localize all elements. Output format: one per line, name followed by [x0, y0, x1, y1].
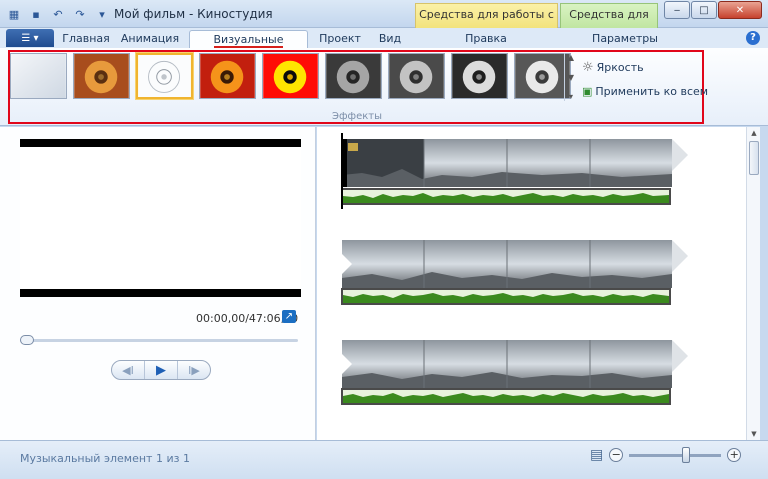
close-button[interactable]: ✕ [718, 1, 762, 19]
video-clip-1[interactable] [342, 139, 688, 187]
preview-pane: 00:00,00/47:06,20 ↗ ◀I ▶ I▶ [0, 127, 316, 440]
audio-waveform-1 [343, 193, 669, 203]
effect-thumb-gray-2[interactable] [388, 53, 445, 99]
save-icon[interactable]: ▪ [28, 6, 44, 22]
gallery-scroll-down-icon[interactable]: ▼ [568, 73, 574, 82]
effects-group-label: Эффекты [332, 111, 382, 122]
title-bar: ▦ ▪ ↶ ↷ ▾ Мой фильм - Киностудия Средств… [0, 0, 768, 43]
effect-thumb-orange[interactable] [199, 53, 256, 99]
redo-icon[interactable]: ↷ [72, 6, 88, 22]
scroll-down-icon[interactable]: ▼ [748, 428, 760, 440]
fullscreen-icon[interactable]: ↗ [282, 310, 296, 323]
brightness-label: Яркость [596, 61, 644, 74]
minimize-button[interactable]: ‒ [664, 1, 690, 19]
gallery-scroll-up-icon[interactable]: ▲ [568, 53, 574, 62]
zoom-out-button[interactable]: − [609, 448, 624, 462]
file-menu-button[interactable]: ☰ ▾ [6, 29, 54, 47]
seek-knob[interactable] [20, 335, 34, 345]
window-controls: ‒ □ ✕ [664, 1, 762, 19]
window-title: Мой фильм - Киностудия [114, 7, 273, 21]
help-icon[interactable]: ? [746, 31, 760, 45]
gallery-scroll[interactable]: ▲ ▼ ▾ [564, 53, 577, 101]
clip-3-frames [342, 340, 688, 388]
tab-animation[interactable]: Анимация [118, 30, 182, 48]
thumbnail-size-icon[interactable]: ▤ [590, 447, 603, 463]
ribbon-tabs: ☰ ▾ Главная Анимация Визуальные эффекты … [0, 28, 768, 65]
context-tab-video-tools[interactable]: Средства для работы с видео [415, 3, 558, 43]
effects-gallery [10, 53, 571, 99]
zoom-slider-knob[interactable] [682, 446, 691, 463]
play-button[interactable]: ▶ [145, 361, 178, 379]
audio-track-1[interactable] [341, 188, 671, 205]
scroll-thumb[interactable] [749, 141, 759, 175]
effect-thumb-gray-4[interactable] [514, 53, 571, 99]
audio-waveform-3 [343, 393, 669, 403]
effect-thumb-yellow-red[interactable] [262, 53, 319, 99]
previous-frame-button[interactable]: ◀I [112, 361, 145, 379]
quick-access-toolbar: ▦ ▪ ↶ ↷ ▾ [6, 5, 110, 23]
brightness-button[interactable]: ☼ Яркость [582, 60, 644, 75]
maximize-button[interactable]: □ [691, 1, 717, 19]
next-frame-button[interactable]: I▶ [178, 361, 210, 379]
playhead[interactable] [341, 133, 343, 209]
playback-controls: ◀I ▶ I▶ [111, 360, 211, 380]
tab-edit[interactable]: Правка [455, 30, 517, 48]
zoom-controls: ▤ − + [590, 446, 742, 463]
sun-icon: ☼ [582, 60, 594, 75]
context-tab-audio-tools[interactable]: Средства для ра... [560, 3, 658, 43]
status-bar: Музыкальный элемент 1 из 1 ▤ − + [0, 440, 768, 479]
clip-2-frames [342, 240, 688, 288]
seek-bar[interactable] [20, 335, 298, 345]
zoom-slider[interactable] [629, 446, 722, 463]
tab-view[interactable]: Вид [372, 30, 408, 48]
status-text: Музыкальный элемент 1 из 1 [20, 452, 190, 465]
video-preview[interactable] [20, 139, 301, 297]
effect-thumb-none[interactable] [10, 53, 67, 99]
tab-project[interactable]: Проект [314, 30, 366, 48]
audio-track-3[interactable] [341, 388, 671, 405]
scroll-up-icon[interactable]: ▲ [748, 127, 760, 139]
effect-thumb-sketch[interactable] [136, 53, 193, 99]
video-clip-3[interactable] [342, 340, 688, 388]
app-icon[interactable]: ▦ [6, 6, 22, 22]
apply-all-icon: ▣ [582, 85, 593, 98]
tab-home[interactable]: Главная [60, 30, 112, 48]
video-clip-2[interactable] [342, 240, 688, 288]
audio-waveform-2 [343, 293, 669, 303]
tab-visual-effects[interactable]: Визуальные эффекты [189, 30, 308, 65]
undo-icon[interactable]: ↶ [50, 6, 66, 22]
audio-track-2[interactable] [341, 288, 671, 305]
effect-thumb-gray-1[interactable] [325, 53, 382, 99]
customize-qa-icon[interactable]: ▾ [94, 6, 110, 22]
effect-thumb-sepia[interactable] [73, 53, 130, 99]
effect-thumb-gray-3[interactable] [451, 53, 508, 99]
apply-to-all-button[interactable]: ▣ Применить ко всем [582, 85, 708, 98]
ribbon-panel: ▲ ▼ ▾ ☼ Яркость ▣ Применить ко всем Эффе… [0, 48, 768, 126]
gallery-expand-icon[interactable]: ▾ [569, 92, 573, 101]
apply-all-label: Применить ко всем [595, 85, 709, 98]
tab-options[interactable]: Параметры [582, 30, 668, 48]
storyboard-scrollbar[interactable]: ▲ ▼ [746, 127, 760, 440]
zoom-in-button[interactable]: + [727, 448, 742, 462]
clip-1-frames [342, 139, 688, 187]
